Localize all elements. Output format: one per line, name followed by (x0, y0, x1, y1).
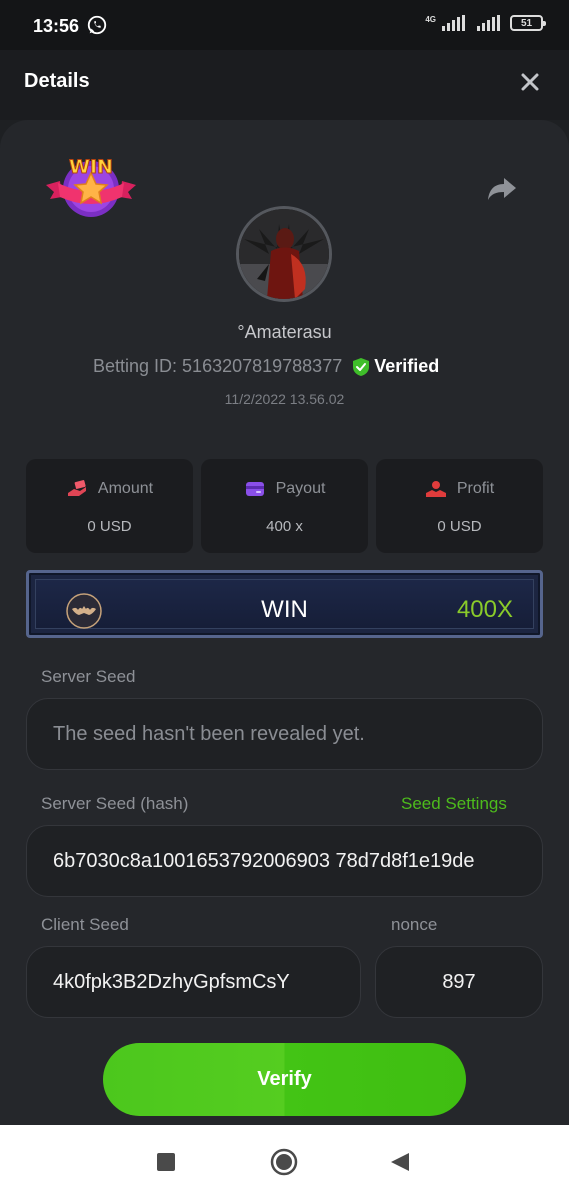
home-icon[interactable] (270, 1148, 298, 1176)
nonce-value: 897 (442, 970, 476, 993)
server-seed-hash-value: 6b7030c8a1001653792006903 78d7d8f1e19de (53, 849, 475, 872)
badge-text: WIN (69, 156, 113, 178)
battery-icon: 51 (510, 15, 546, 31)
server-seed-hash-field[interactable]: 6b7030c8a1001653792006903 78d7d8f1e19de (26, 825, 543, 897)
status-indicators: 4G 51 (425, 15, 546, 31)
avatar (236, 206, 332, 302)
status-time: 13:56 (33, 16, 80, 36)
card-icon (245, 482, 264, 496)
username: °Amaterasu (237, 322, 332, 342)
bet-timestamp: 11/2/2022 13.56.02 (224, 391, 345, 407)
stat-payout: Payout 400 x (201, 459, 368, 553)
recents-icon[interactable] (156, 1152, 176, 1172)
money-hand-icon (67, 480, 86, 496)
stat-profit-label: Profit (456, 480, 495, 497)
client-seed-value: 4k0fpk3B2DzhyGpfsmCsY (53, 970, 290, 993)
server-seed-value: The seed hasn't been revealed yet. (53, 722, 365, 745)
whatsapp-icon (87, 15, 107, 35)
share-icon[interactable] (486, 175, 518, 203)
client-seed-field[interactable]: 4k0fpk3B2DzhyGpfsmCsY (26, 946, 361, 1018)
back-icon[interactable] (389, 1151, 411, 1173)
stat-payout-value: 400 x (266, 518, 303, 535)
details-header: Details (0, 50, 569, 120)
stat-profit-value: 0 USD (437, 518, 482, 535)
stat-profit: Profit 0 USD (376, 459, 543, 553)
seed-settings-link[interactable]: Seed Settings (401, 794, 507, 814)
win-badge-icon: WIN (46, 156, 136, 217)
verified-shield-icon (353, 357, 370, 376)
network-type: 4G (425, 15, 436, 24)
server-seed-label: Server Seed (41, 667, 136, 686)
result-multiplier: 400X (456, 596, 513, 623)
page-title: Details (24, 70, 90, 92)
betting-id: Betting ID: 5163207819788377 (93, 356, 343, 376)
server-seed-hash-label: Server Seed (hash) (41, 794, 189, 813)
coins-hand-icon (425, 481, 446, 497)
verified-label: Verified (374, 356, 440, 376)
stat-amount-label: Amount (97, 480, 154, 497)
system-nav-bar (0, 1125, 569, 1200)
signal-icon-2 (477, 15, 500, 31)
result-banner: WIN 400X (26, 570, 543, 638)
battery-level: 51 (520, 17, 533, 29)
status-bar: 13:56 4G 51 (0, 0, 569, 50)
close-icon[interactable] (516, 68, 544, 96)
betting-id-row: Betting ID: 5163207819788377 Verified (93, 356, 439, 377)
signal-icon (442, 15, 465, 31)
server-seed-field[interactable]: The seed hasn't been revealed yet. (26, 698, 543, 770)
verify-button[interactable]: Verify (103, 1043, 466, 1116)
client-seed-label: Client Seed (41, 915, 129, 934)
stat-payout-label: Payout (275, 480, 326, 497)
avatar-image (239, 209, 329, 299)
stat-amount: Amount 0 USD (26, 459, 193, 553)
nonce-label: nonce (391, 915, 438, 934)
nonce-field[interactable]: 897 (375, 946, 543, 1018)
stat-amount-value: 0 USD (87, 518, 132, 535)
